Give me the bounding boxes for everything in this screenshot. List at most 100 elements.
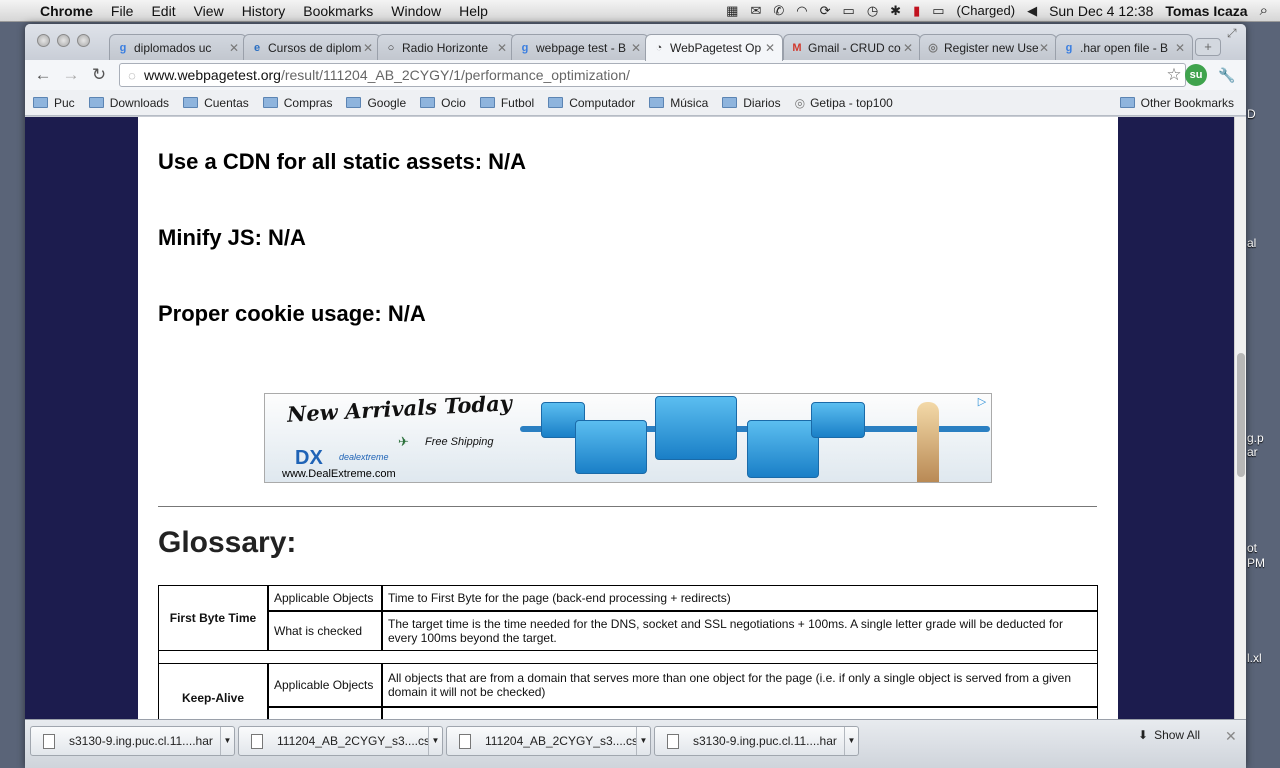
minimize-window-button[interactable]	[57, 34, 70, 47]
section-divider	[158, 506, 1097, 507]
new-tab-button[interactable]: +	[1195, 38, 1221, 56]
tab-webpage-test[interactable]: g webpage test - B ✕	[511, 34, 649, 60]
bookmark-star-icon[interactable]: ☆	[1163, 65, 1185, 85]
tab-har-open[interactable]: g .har open file - B ✕	[1055, 34, 1193, 60]
close-icon[interactable]: ✕	[1174, 41, 1186, 55]
tab-webpagetest-active[interactable]: ◔ WebPagetest Op ✕	[645, 34, 783, 61]
download-item[interactable]: 111204_AB_2CYGY_s3....csv ▼	[238, 726, 443, 756]
chevron-down-icon[interactable]: ▼	[428, 727, 442, 755]
reload-icon[interactable]: ↻	[85, 65, 113, 85]
menu-help[interactable]: Help	[459, 3, 488, 19]
bookmarks-bar: Puc Downloads Cuentas Compras Google Oci…	[25, 90, 1246, 116]
page-info-icon[interactable]: ◌	[120, 68, 144, 83]
time-machine-icon[interactable]: ◷	[867, 3, 878, 19]
airplane-icon: ✈	[398, 434, 409, 449]
download-item[interactable]: s3130-9.ing.puc.cl.11....har ▼	[654, 726, 859, 756]
download-item[interactable]: 111204_AB_2CYGY_s3....csv ▼	[446, 726, 651, 756]
mail-icon[interactable]: ✉	[750, 3, 761, 19]
close-icon[interactable]: ✕	[764, 41, 776, 55]
show-all-downloads-button[interactable]: ⬇ Show All	[1138, 728, 1200, 742]
bookmark-folder-puc[interactable]: Puc	[33, 96, 75, 110]
wifi-icon[interactable]: ◠	[796, 3, 807, 19]
close-icon[interactable]: ✕	[1038, 41, 1050, 55]
input-flag-icon[interactable]: ▮	[913, 3, 920, 19]
tab-title: diplomados uc	[134, 40, 212, 55]
bookmark-folder-downloads[interactable]: Downloads	[88, 96, 169, 110]
globe-icon: ◎	[794, 95, 806, 110]
chevron-down-icon[interactable]: ▼	[220, 727, 234, 755]
bookmark-folder-cuentas[interactable]: Cuentas	[183, 96, 249, 110]
user-name[interactable]: Tomas Icaza	[1165, 3, 1247, 19]
bookmark-label: Cuentas	[204, 95, 249, 110]
ad-brand-logo: DX	[295, 447, 323, 469]
folder-icon	[262, 97, 278, 108]
tab-radio[interactable]: ○ Radio Horizonte ✕	[377, 34, 515, 60]
bookmark-label: Ocio	[441, 95, 466, 110]
chevron-down-icon[interactable]: ▼	[636, 727, 650, 755]
page-scrollbar[interactable]	[1234, 117, 1246, 719]
bluetooth-icon[interactable]: ✱	[890, 3, 901, 19]
tab-title: Gmail - CRUD co	[808, 40, 901, 55]
adchoices-icon[interactable]: ▷	[975, 395, 989, 409]
glossary-row-text: Time to First Byte for the page (back-en…	[382, 585, 1098, 611]
glossary-term: Keep-Alive	[158, 663, 268, 719]
folder-icon	[548, 97, 564, 108]
close-icon[interactable]: ✕	[496, 41, 508, 55]
close-icon[interactable]: ✕	[630, 41, 642, 55]
volume-icon[interactable]: ◀	[1027, 3, 1037, 19]
battery-status[interactable]: (Charged)	[957, 3, 1016, 18]
desktop-label: PM	[1247, 556, 1265, 570]
battery-icon[interactable]: ▭	[932, 3, 944, 19]
clock[interactable]: Sun Dec 4 12:38	[1049, 3, 1153, 19]
bookmark-folder-google[interactable]: Google	[346, 96, 406, 110]
zoom-window-button[interactable]	[77, 34, 90, 47]
bookmark-folder-musica[interactable]: Música	[649, 96, 708, 110]
close-icon[interactable]: ✕	[228, 41, 240, 55]
menu-window[interactable]: Window	[391, 3, 441, 19]
menu-bookmarks[interactable]: Bookmarks	[303, 3, 373, 19]
download-filename: 111204_AB_2CYGY_s3....csv	[277, 734, 428, 748]
scrollbar-thumb[interactable]	[1237, 353, 1245, 477]
phone-icon[interactable]: ✆	[773, 3, 784, 19]
close-icon[interactable]: ✕	[902, 41, 914, 55]
bookmark-folder-computador[interactable]: Computador	[548, 96, 635, 110]
gmail-icon: M	[792, 41, 802, 54]
document-icon	[667, 733, 679, 749]
page-body: Use a CDN for all static assets: N/A Min…	[138, 117, 1118, 719]
menu-edit[interactable]: Edit	[151, 3, 175, 19]
close-window-button[interactable]	[37, 34, 50, 47]
show-all-label: Show All	[1154, 728, 1201, 742]
stumbleupon-icon[interactable]: su	[1185, 64, 1207, 86]
back-arrow-icon[interactable]: ←	[29, 65, 57, 85]
chevron-down-icon[interactable]: ▼	[844, 727, 858, 755]
bookmark-getipa[interactable]: ◎ Getipa - top100	[795, 96, 893, 110]
desktop-label: l.xl	[1247, 651, 1262, 665]
url-path: /result/111204_AB_2CYGY/1/performance_op…	[280, 67, 630, 83]
menu-view[interactable]: View	[194, 3, 224, 19]
wrench-icon[interactable]: 🔧	[1216, 64, 1238, 86]
bookmark-folder-other[interactable]: Other Bookmarks	[1119, 96, 1234, 110]
menu-history[interactable]: History	[242, 3, 286, 19]
sync-icon[interactable]: ⟳	[820, 3, 831, 19]
bookmark-folder-diarios[interactable]: Diarios	[722, 96, 781, 110]
fullscreen-icon[interactable]: ⤢	[1227, 26, 1237, 41]
close-shelf-icon[interactable]: ✕	[1225, 728, 1237, 745]
bookmark-folder-futbol[interactable]: Futbol	[479, 96, 534, 110]
display-icon[interactable]: ▭	[843, 3, 855, 19]
spotlight-search-icon[interactable]: ⌕	[1260, 2, 1268, 19]
app-menu-chrome[interactable]: Chrome	[40, 3, 93, 19]
forward-arrow-icon[interactable]: →	[57, 65, 85, 85]
calendar-icon[interactable]: ▦	[726, 3, 738, 19]
tab-register[interactable]: ◎ Register new Use ✕	[919, 34, 1057, 60]
bookmark-folder-compras[interactable]: Compras	[262, 96, 332, 110]
bookmark-folder-ocio[interactable]: Ocio	[420, 96, 466, 110]
tab-gmail[interactable]: M Gmail - CRUD co ✕	[783, 34, 921, 60]
address-bar[interactable]: ◌ www.webpagetest.org /result/111204_AB_…	[119, 63, 1186, 87]
tab-cursos[interactable]: e Cursos de diplom ✕	[243, 34, 381, 60]
download-item[interactable]: s3130-9.ing.puc.cl.11....har ▼	[30, 726, 235, 756]
glossary-term: First Byte Time	[158, 585, 268, 651]
menu-file[interactable]: File	[111, 3, 134, 19]
tab-diplomados[interactable]: g diplomados uc ✕	[109, 34, 247, 60]
ad-banner[interactable]: New Arrivals Today ✈ Free Shipping DX de…	[264, 393, 992, 483]
close-icon[interactable]: ✕	[362, 41, 374, 55]
